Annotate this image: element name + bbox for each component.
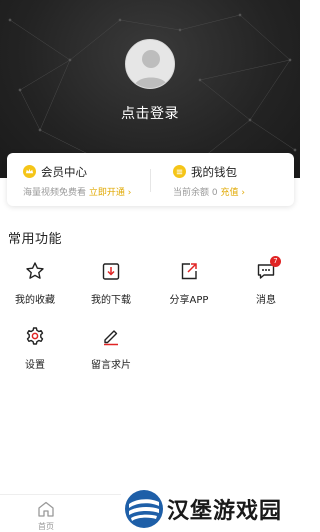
vip-subtitle-text: 海量视频免费看 (23, 188, 87, 198)
wallet-balance-text: 当前余额 0 (173, 188, 218, 198)
watermark-text: 汉堡游戏园 (167, 499, 283, 524)
share-icon (181, 263, 197, 280)
avatar[interactable] (125, 39, 175, 89)
share-app-label: 分享APP (169, 295, 209, 306)
download-icon (102, 263, 120, 280)
settings-label: 设置 (25, 360, 45, 371)
favorites-label: 我的收藏 (15, 295, 55, 306)
request-movie-label: 留言求片 (91, 360, 131, 371)
wallet-icon (173, 165, 186, 178)
vip-activate-link[interactable]: 立即开通 › (89, 188, 131, 198)
request-movie-item[interactable]: 留言求片 (76, 326, 146, 376)
edit-icon (104, 330, 118, 346)
wallet-title: 我的钱包 (191, 165, 237, 179)
share-app-item[interactable]: 分享APP (154, 261, 224, 311)
messages-item[interactable]: 7 消息 (231, 256, 300, 311)
favorites-item[interactable]: 我的收藏 (0, 261, 70, 311)
crown-icon (23, 165, 36, 178)
profile-screen: 点击登录 会员中心 海量视频免费看 立即开通 › 我的钱包 当前余额 0 充值 … (0, 0, 300, 532)
nav-home-tab[interactable]: 首页 (28, 499, 64, 531)
login-link[interactable]: 点击登录 (0, 103, 300, 123)
common-functions-title: 常用功能 (8, 232, 63, 247)
vip-center-entry[interactable]: 会员中心 海量视频免费看 立即开通 › (7, 153, 150, 206)
wallet-subtitle: 当前余额 0 充值 › (173, 185, 245, 198)
messages-label: 消息 (256, 295, 276, 306)
member-wallet-card: 会员中心 海量视频免费看 立即开通 › 我的钱包 当前余额 0 充值 › (7, 153, 294, 206)
gear-icon (26, 327, 44, 345)
home-icon (38, 501, 54, 517)
vip-title: 会员中心 (41, 165, 87, 179)
network-background (8, 13, 297, 162)
vip-subtitle: 海量视频免费看 立即开通 › (23, 185, 131, 198)
settings-item[interactable]: 设置 (0, 326, 70, 376)
user-placeholder-icon (134, 50, 168, 88)
downloads-label: 我的下载 (91, 295, 131, 306)
wallet-entry[interactable]: 我的钱包 当前余额 0 充值 › (151, 153, 294, 206)
nav-home-label: 首页 (38, 522, 54, 531)
watermark-logo-icon (125, 490, 163, 528)
star-icon (26, 262, 44, 279)
downloads-item[interactable]: 我的下载 (76, 261, 146, 311)
message-badge: 7 (270, 256, 281, 267)
profile-header: 点击登录 (0, 0, 300, 178)
watermark: 汉堡游戏园 (121, 486, 300, 532)
recharge-link[interactable]: 充值 › (220, 188, 244, 198)
